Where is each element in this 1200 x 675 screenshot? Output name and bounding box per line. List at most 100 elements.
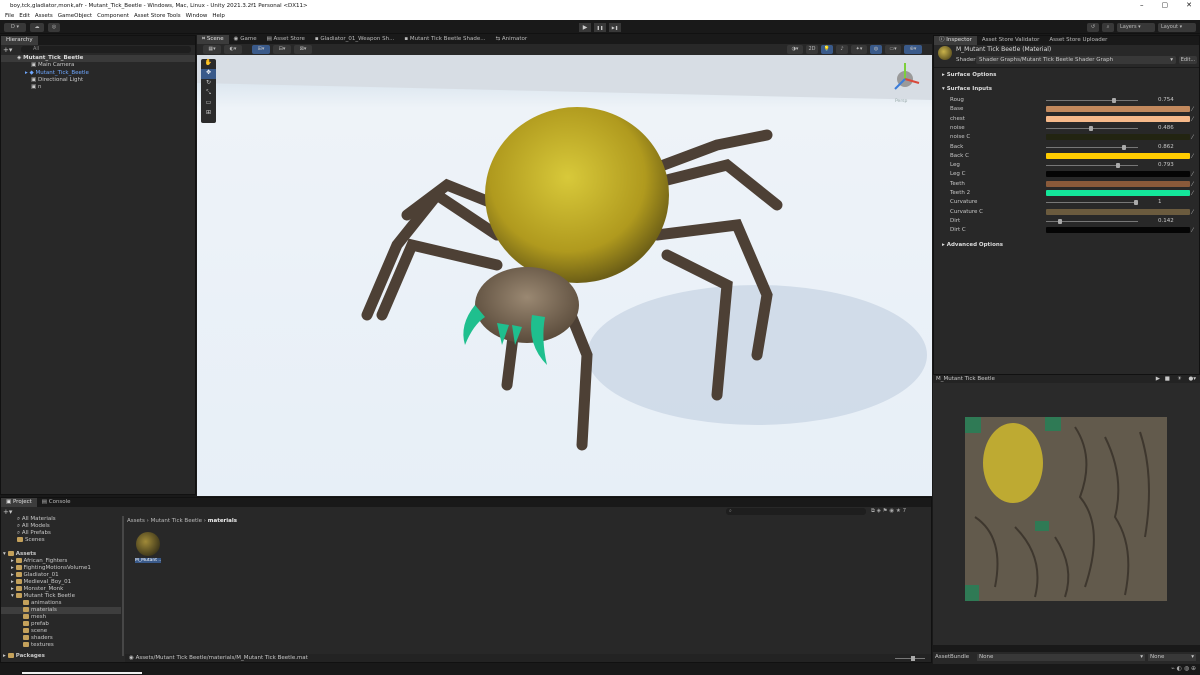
color-swatch[interactable] bbox=[1046, 115, 1190, 122]
add-icon[interactable]: +▾ bbox=[3, 46, 12, 54]
color-swatch[interactable] bbox=[1046, 134, 1190, 141]
favorite-all-materials[interactable]: ⌕ All Materials bbox=[1, 516, 56, 523]
edit-shader-button[interactable]: Edit... bbox=[1179, 56, 1197, 64]
color-swatch[interactable] bbox=[1046, 180, 1190, 187]
audio-toggle[interactable]: ♪ bbox=[836, 45, 848, 54]
rotate-tool-icon[interactable]: ↻ bbox=[201, 79, 216, 89]
eyedropper-icon[interactable]: ⁄ bbox=[1192, 226, 1193, 235]
color-swatch[interactable] bbox=[1046, 106, 1190, 113]
subfolder-textures[interactable]: textures bbox=[1, 642, 54, 649]
tab-hierarchy[interactable]: Hierarchy bbox=[1, 36, 38, 45]
scale-tool-icon[interactable]: ⤡ bbox=[201, 89, 216, 99]
property-slider[interactable] bbox=[1046, 163, 1138, 169]
favorite-all-models[interactable]: ⌕ All Models bbox=[1, 523, 50, 530]
color-swatch[interactable] bbox=[1046, 152, 1190, 159]
eyedropper-icon[interactable]: ⁄ bbox=[1192, 180, 1193, 189]
subfolder-materials[interactable]: materials bbox=[1, 607, 121, 614]
eyedropper-icon[interactable]: ⁄ bbox=[1192, 105, 1193, 114]
2d-toggle[interactable]: 2D bbox=[806, 45, 818, 54]
tab-asset-store[interactable]: ▤ Asset Store bbox=[262, 35, 310, 44]
sphere-preview-icon[interactable]: ●▾ bbox=[1188, 375, 1196, 383]
tab-shader-graph[interactable]: ▪ Mutant Tick Beetle Shade... bbox=[399, 35, 490, 44]
subfolder-scene[interactable]: scene bbox=[1, 628, 47, 635]
property-value-field[interactable]: 0.486 bbox=[1158, 124, 1188, 133]
draw-mode-dropdown[interactable]: ◐▾ bbox=[224, 45, 242, 54]
shader-dropdown[interactable]: Shader Graphs/Mutant Tick Beetle Shader … bbox=[976, 56, 1176, 64]
stop-preview-icon[interactable]: ■ bbox=[1165, 375, 1170, 383]
surface-inputs-foldout[interactable]: ▾ Surface Inputs bbox=[942, 86, 992, 92]
hierarchy-search-input[interactable]: All bbox=[21, 46, 191, 53]
status-icons[interactable]: ⌁ ◐ ◍ ⊕ bbox=[1171, 665, 1196, 672]
variant-dropdown[interactable]: None ▾ bbox=[1148, 654, 1196, 661]
assetbundle-dropdown[interactable]: None ▾ bbox=[977, 654, 1145, 661]
hand-tool-icon[interactable]: ✋ bbox=[201, 59, 216, 69]
property-value-field[interactable]: 1 bbox=[1158, 198, 1188, 207]
hierarchy-item-mutant-tick-beetle[interactable]: ▸ ◆ Mutant_Tick_Beetle bbox=[1, 70, 89, 77]
breadcrumb-materials[interactable]: materials bbox=[208, 518, 237, 524]
tab-animator[interactable]: ⇆ Animator bbox=[491, 35, 533, 44]
camera-dropdown[interactable]: ▭▾ bbox=[885, 45, 901, 54]
create-asset-icon[interactable]: +▾ bbox=[3, 508, 12, 516]
scene-viewport[interactable]: Persp ✋ ✥ ↻ ⤡ ▭ ⊞ bbox=[197, 55, 932, 496]
folder-mutant-tick-beetle[interactable]: ▾ Mutant Tick Beetle bbox=[1, 593, 75, 600]
tab-scene[interactable]: ⌗ Scene bbox=[197, 35, 229, 44]
undo-history-icon[interactable]: ↺ bbox=[1087, 23, 1099, 32]
collab-icon[interactable]: ◎ bbox=[48, 23, 60, 32]
color-swatch[interactable] bbox=[1046, 208, 1190, 215]
slider-knob[interactable] bbox=[1121, 144, 1126, 150]
breadcrumb-assets[interactable]: Assets bbox=[127, 518, 145, 524]
maximize-button[interactable]: ▢ bbox=[1162, 0, 1169, 11]
tab-asset-store-validator[interactable]: Asset Store Validator bbox=[977, 36, 1044, 45]
slider-knob[interactable] bbox=[1088, 125, 1093, 131]
transform-tool-icon[interactable]: ⊞ bbox=[201, 109, 216, 119]
layers-dropdown[interactable]: Layers ▾ bbox=[1117, 23, 1155, 32]
pause-button[interactable]: ❚❚ bbox=[594, 23, 606, 32]
icon-size-slider[interactable] bbox=[895, 656, 925, 661]
property-slider[interactable] bbox=[1046, 218, 1138, 224]
subfolder-shaders[interactable]: shaders bbox=[1, 635, 53, 642]
surface-options-foldout[interactable]: ▸ Surface Options bbox=[942, 72, 996, 78]
cloud-icon[interactable]: ☁ bbox=[30, 23, 44, 32]
move-tool-icon[interactable]: ✥ bbox=[201, 69, 216, 79]
tab-game[interactable]: ◉ Game bbox=[229, 35, 262, 44]
play-button[interactable]: ▶ bbox=[579, 23, 591, 32]
eyedropper-icon[interactable]: ⁄ bbox=[1192, 152, 1193, 161]
slider-knob[interactable] bbox=[1134, 200, 1138, 206]
step-button[interactable]: ▶❚ bbox=[609, 23, 621, 32]
search-icon[interactable]: ⌕ bbox=[1102, 23, 1114, 32]
light-preview-icon[interactable]: ☀ bbox=[1177, 375, 1182, 383]
menu-help[interactable]: Help bbox=[212, 13, 225, 19]
breadcrumb-mutant-tick-beetle[interactable]: Mutant Tick Beetle bbox=[151, 518, 202, 524]
advanced-options-foldout[interactable]: ▸ Advanced Options bbox=[942, 242, 1003, 248]
hierarchy-item-directional-light[interactable]: ▣ Directional Light bbox=[1, 77, 83, 84]
layout-dropdown[interactable]: Layout ▾ bbox=[1158, 23, 1196, 32]
grid-toggle[interactable]: ⊟▾ bbox=[273, 45, 291, 54]
hidden-objects-toggle[interactable]: ◍ bbox=[870, 45, 882, 54]
hierarchy-item-n[interactable]: ▣ n bbox=[1, 84, 41, 91]
slider-knob[interactable] bbox=[1115, 163, 1120, 169]
slider-knob[interactable] bbox=[1058, 218, 1063, 224]
property-value-field[interactable]: 0.862 bbox=[1158, 143, 1188, 152]
property-slider[interactable] bbox=[1046, 200, 1138, 206]
color-swatch[interactable] bbox=[1046, 190, 1190, 196]
property-slider[interactable] bbox=[1046, 98, 1138, 103]
eyedropper-icon[interactable]: ⁄ bbox=[1192, 208, 1193, 217]
minimize-button[interactable]: – bbox=[1140, 0, 1144, 11]
color-swatch[interactable] bbox=[1046, 227, 1190, 234]
project-filter-icons[interactable]: ⧉ ◈ ⚑ ◉ ★ 7 bbox=[871, 508, 906, 515]
folder-gladiator[interactable]: ▸ Gladiator_01 bbox=[1, 572, 59, 579]
folder-medieval-boy[interactable]: ▸ Medieval_Boy_01 bbox=[1, 579, 71, 586]
menu-component[interactable]: Component bbox=[97, 13, 129, 19]
assets-root[interactable]: ▾ Assets bbox=[1, 551, 36, 558]
eyedropper-icon[interactable]: ⁄ bbox=[1192, 189, 1193, 198]
eyedropper-icon[interactable]: ⁄ bbox=[1192, 133, 1193, 142]
packages-root[interactable]: ▸ Packages bbox=[1, 653, 45, 660]
close-button[interactable]: ✕ bbox=[1186, 0, 1192, 11]
tab-console[interactable]: ▤ Console bbox=[37, 498, 76, 507]
property-slider[interactable] bbox=[1046, 125, 1138, 131]
eyedropper-icon[interactable]: ⁄ bbox=[1192, 115, 1193, 124]
property-value-field[interactable]: 0.142 bbox=[1158, 217, 1188, 226]
menu-asset-store-tools[interactable]: Asset Store Tools bbox=[134, 13, 181, 19]
project-search-input[interactable]: ⌕ bbox=[726, 508, 866, 515]
tree-scrollbar[interactable] bbox=[122, 516, 124, 656]
